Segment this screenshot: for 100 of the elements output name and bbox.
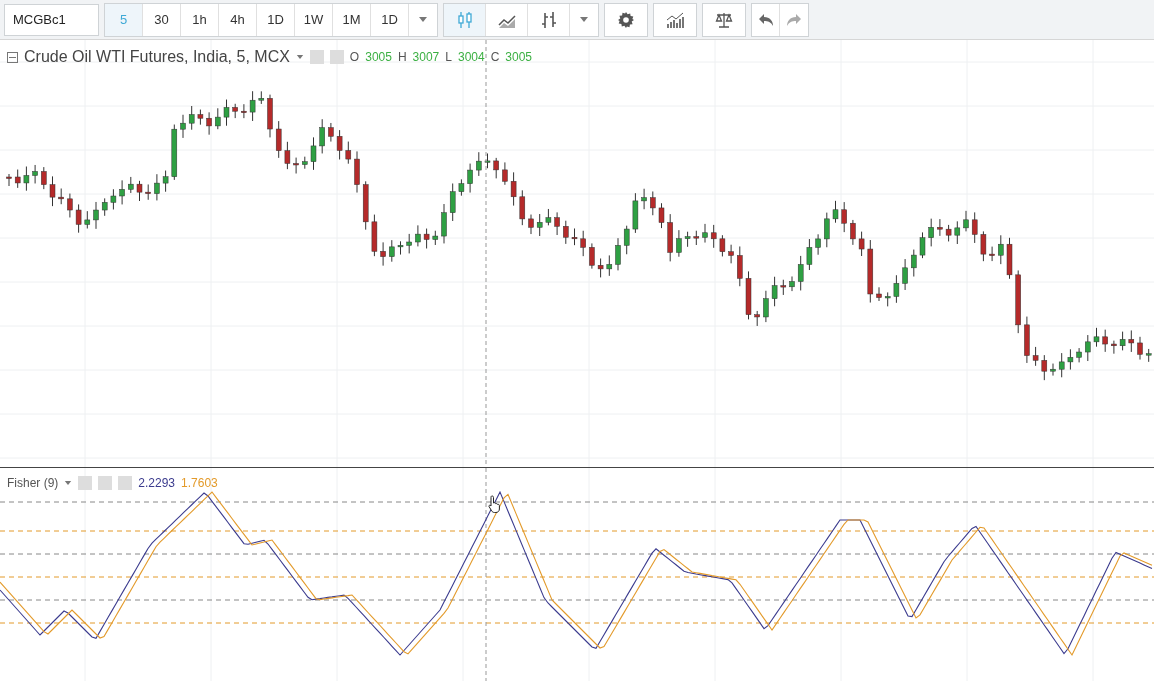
candle [58,188,64,205]
candle [702,223,708,244]
indicator-value: 2.2293 [138,476,176,490]
candle [1128,329,1135,353]
candle [354,150,360,194]
candle [162,170,169,193]
candle [693,230,700,246]
candle [797,255,804,291]
candle [884,291,891,307]
candle [380,241,386,267]
candle [302,156,308,170]
candle [310,136,317,171]
candle [971,211,978,244]
candle [615,237,621,271]
ohlc-label: C [490,50,500,64]
candle [293,157,299,174]
candle [911,249,917,277]
candle [658,202,665,229]
ohlc-value: 3005 [365,50,392,64]
candle [728,244,734,264]
candle [954,220,961,245]
collapse-icon[interactable] [7,51,18,63]
candle [528,214,534,235]
candle [754,310,760,327]
candle [23,166,30,192]
candle [389,239,395,263]
candle [6,173,12,187]
candle [1041,354,1048,381]
symbol-field[interactable]: MCGBc1 [4,3,99,36]
candle [1076,347,1082,363]
candle [441,203,447,244]
candle [493,157,499,179]
candle [623,225,630,255]
candle [1137,336,1143,361]
candle [771,276,778,307]
candle [589,242,595,270]
candle [676,229,682,258]
candle [710,224,717,249]
candle [980,230,987,262]
candle [328,122,334,143]
candle [458,178,465,197]
caret-icon [295,54,304,60]
candle [93,201,99,230]
candle [832,200,839,224]
candle [1102,329,1108,353]
candle [362,180,369,231]
candle [215,107,221,130]
candle [415,224,421,247]
candle [171,124,178,181]
candle [719,234,726,257]
bar-chart-icon [539,10,558,29]
candle [545,208,552,226]
candle [476,151,482,177]
candle [641,188,647,210]
candlestick-icon [455,10,474,29]
candle [101,197,108,217]
ohlc-value: 3007 [412,50,440,64]
candle [206,111,212,136]
ohlc-value: 3004 [457,50,485,64]
candle [780,279,787,296]
candle [789,276,795,292]
ohlc-label: L [445,50,452,64]
candle [937,218,943,237]
caret-icon [64,480,73,486]
candle [841,201,847,233]
candle [989,246,995,262]
candle [824,212,830,248]
candle [449,183,456,222]
candle [128,176,134,194]
candle [519,189,526,226]
candle [406,233,412,254]
candle [258,90,265,105]
indicator-title: Fisher (9) [7,476,59,490]
candle [867,239,874,304]
candle [397,240,404,256]
candle [275,120,282,159]
candle [67,193,73,218]
candle [650,191,656,216]
candle [249,90,256,122]
candle [75,203,82,234]
candle [1024,316,1030,364]
candle [1058,352,1065,378]
scales-icon [715,10,733,29]
candle [998,234,1004,265]
candle [745,270,752,320]
candle [606,254,613,277]
candle [1015,269,1021,334]
candle [945,224,952,242]
candle [432,230,439,246]
candle [597,258,604,278]
candle [580,230,586,257]
candle [284,141,291,170]
chart-title: Crude Oil WTI Futures, India, 5, MCX [24,48,290,66]
hand-cursor-icon [488,495,502,513]
candle [423,228,430,249]
candle [223,99,230,127]
candle [145,183,151,201]
candle [1111,340,1117,355]
candle [850,219,856,246]
candle [319,118,325,154]
